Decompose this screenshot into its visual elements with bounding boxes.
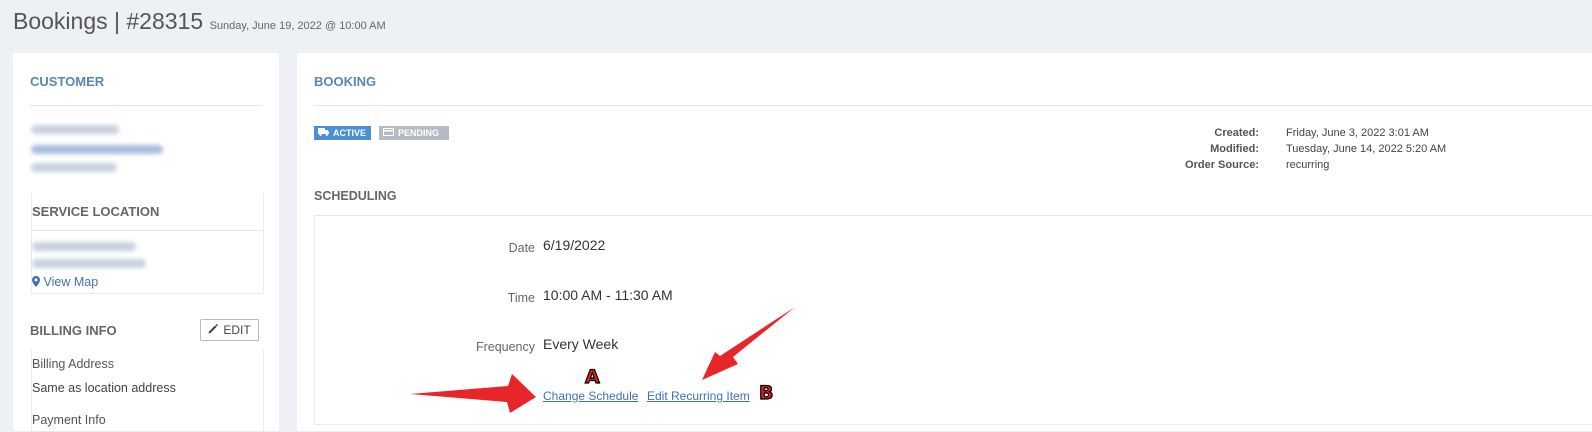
arrow-b-icon (702, 307, 795, 380)
annotation-marker-b: B (758, 381, 774, 404)
annotation-overlay (410, 307, 795, 413)
annotation-marker-a: A (584, 365, 600, 388)
arrow-a-icon (410, 374, 536, 413)
